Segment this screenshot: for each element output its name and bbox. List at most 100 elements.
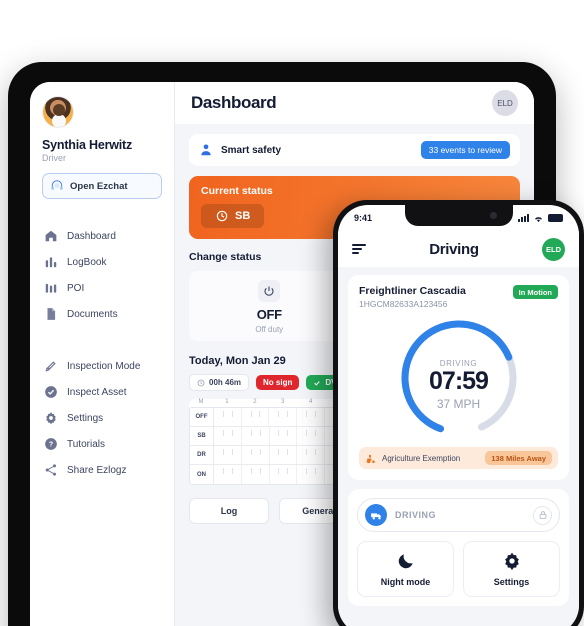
sidebar-item-inspection-mode[interactable]: Inspection Mode <box>42 353 162 379</box>
document-icon <box>44 307 58 321</box>
pencil-icon <box>44 359 58 373</box>
events-to-review-button[interactable]: 33 events to review <box>420 141 510 159</box>
exemption-label: Agriculture Exemption <box>382 453 461 463</box>
log-button[interactable]: Log <box>189 498 269 524</box>
statusbar-indicators <box>518 214 563 223</box>
sidebar-nav-secondary: Inspection Mode Inspect Asset Settings ?… <box>42 353 162 483</box>
current-status-label: Current status <box>201 185 273 197</box>
hour-label: 2 <box>253 399 257 405</box>
sidebar-item-label: Documents <box>67 308 118 320</box>
check-shield-icon <box>44 385 58 399</box>
moon-icon <box>398 554 413 569</box>
duration-badge-label: 00h 46m <box>209 378 242 387</box>
bars-icon <box>44 255 58 269</box>
wifi-icon <box>535 216 542 222</box>
sidebar-item-tutorials[interactable]: ? Tutorials <box>42 431 162 457</box>
sidebar: Synthia Herwitz Driver Open Ezchat Dashb… <box>30 82 175 626</box>
power-icon <box>258 280 281 302</box>
vehicle-name: Freightliner Cascadia <box>359 285 466 297</box>
drive-status-label: DRIVING <box>395 510 437 520</box>
exemption-banner[interactable]: Agriculture Exemption 138 Miles Away <box>359 447 558 469</box>
controls-card: DRIVING Night mode Settings <box>348 489 569 606</box>
duration-badge[interactable]: 00h 46m <box>189 374 250 391</box>
sidebar-item-settings[interactable]: Settings <box>42 405 162 431</box>
lock-icon[interactable] <box>533 505 552 525</box>
status-option-code: OFF <box>256 307 282 322</box>
topbar: Dashboard ELD <box>175 82 534 124</box>
hamburger-icon[interactable] <box>352 244 366 254</box>
sidebar-item-label: POI <box>67 282 85 294</box>
drive-status-pill[interactable]: DRIVING <box>357 498 560 532</box>
status-option-sub: Off duty <box>255 325 284 334</box>
status-option-off[interactable]: OFF Off duty <box>189 271 350 341</box>
svg-text:?: ? <box>49 442 53 449</box>
sidebar-item-label: Share Ezlogz <box>67 464 127 476</box>
sidebar-item-label: Tutorials <box>67 438 105 450</box>
sidebar-item-poi[interactable]: POI <box>42 275 162 301</box>
sidebar-item-label: Dashboard <box>67 230 116 242</box>
gauge-time: 07:59 <box>429 367 489 396</box>
sidebar-item-inspect-asset[interactable]: Inspect Asset <box>42 379 162 405</box>
log-row-label: DR <box>190 446 214 464</box>
check-icon <box>314 380 321 386</box>
sidebar-item-label: Inspect Asset <box>67 386 127 398</box>
sidebar-item-share-ezlogz[interactable]: Share Ezlogz <box>42 457 162 483</box>
user-name: Synthia Herwitz <box>42 138 133 152</box>
driving-gauge: DRIVING 07:59 37 MPH <box>396 315 522 441</box>
sidebar-item-label: LogBook <box>67 256 107 268</box>
settings-tile[interactable]: Settings <box>463 541 560 597</box>
open-ezchat-label: Open Ezchat <box>70 180 128 192</box>
sidebar-item-documents[interactable]: Documents <box>42 301 162 327</box>
vehicle-identity: Freightliner Cascadia 1HGCM82633A123456 <box>359 285 466 309</box>
tractor-icon <box>366 454 375 463</box>
settings-label: Settings <box>493 577 530 587</box>
night-mode-tile[interactable]: Night mode <box>357 541 454 597</box>
sidebar-item-logbook[interactable]: LogBook <box>42 249 162 275</box>
phone-device: 9:41 Driving ELD Freightliner Cascadia 1… <box>333 200 584 626</box>
gauge-readout: DRIVING 07:59 37 MPH <box>396 315 522 441</box>
smart-safety-card: Smart safety 33 events to review <box>189 134 520 166</box>
hour-label: 1 <box>225 399 229 405</box>
sidebar-item-dashboard[interactable]: Dashboard <box>42 223 162 249</box>
headset-chat-icon <box>50 179 64 193</box>
current-status-pill[interactable]: SB <box>201 204 265 228</box>
hour-label: 3 <box>281 399 285 405</box>
current-status-code: SB <box>235 210 251 222</box>
vehicle-vin: 1HGCM82633A123456 <box>359 299 448 309</box>
vehicle-header: Freightliner Cascadia 1HGCM82633A123456 … <box>359 285 558 309</box>
avatar <box>42 96 74 128</box>
phone-page-title: Driving <box>429 240 479 258</box>
home-icon <box>44 229 58 243</box>
smart-safety-left: Smart safety <box>199 143 281 157</box>
battery-icon <box>548 214 563 222</box>
phone-body: Freightliner Cascadia 1HGCM82633A123456 … <box>338 267 579 626</box>
phone-notch <box>404 205 513 226</box>
log-row-label: SB <box>190 427 214 445</box>
sidebar-item-label: Settings <box>67 412 104 424</box>
log-row-label: OFF <box>190 408 214 426</box>
open-ezchat-button[interactable]: Open Ezchat <box>42 173 162 199</box>
sidebar-nav-primary: Dashboard LogBook POI Documents <box>42 223 162 327</box>
share-icon <box>44 463 58 477</box>
smart-safety-icon <box>199 143 213 157</box>
gear-icon <box>504 552 519 571</box>
phone-account-chip[interactable]: ELD <box>541 237 565 261</box>
truck-icon <box>365 504 387 526</box>
no-sign-badge[interactable]: No sign <box>256 375 300 390</box>
smart-safety-title: Smart safety <box>221 144 282 156</box>
gear-icon <box>44 411 58 425</box>
sidebar-item-label: Inspection Mode <box>67 360 141 372</box>
moon-clock-icon <box>215 209 229 223</box>
account-chip[interactable]: ELD <box>492 90 518 116</box>
poi-icon <box>44 281 58 295</box>
signal-icon <box>518 214 529 222</box>
user-role: Driver <box>42 153 66 163</box>
gauge-speed: 37 MPH <box>436 396 481 411</box>
phone-screen: 9:41 Driving ELD Freightliner Cascadia 1… <box>338 205 579 626</box>
hour-label: 4 <box>309 399 313 405</box>
controls-grid: Night mode Settings <box>357 541 560 597</box>
log-row-label: ON <box>190 465 214 484</box>
front-camera-icon <box>489 212 497 219</box>
screenshot-stage: Synthia Herwitz Driver Open Ezchat Dashb… <box>0 0 584 626</box>
clock-icon <box>197 379 205 386</box>
